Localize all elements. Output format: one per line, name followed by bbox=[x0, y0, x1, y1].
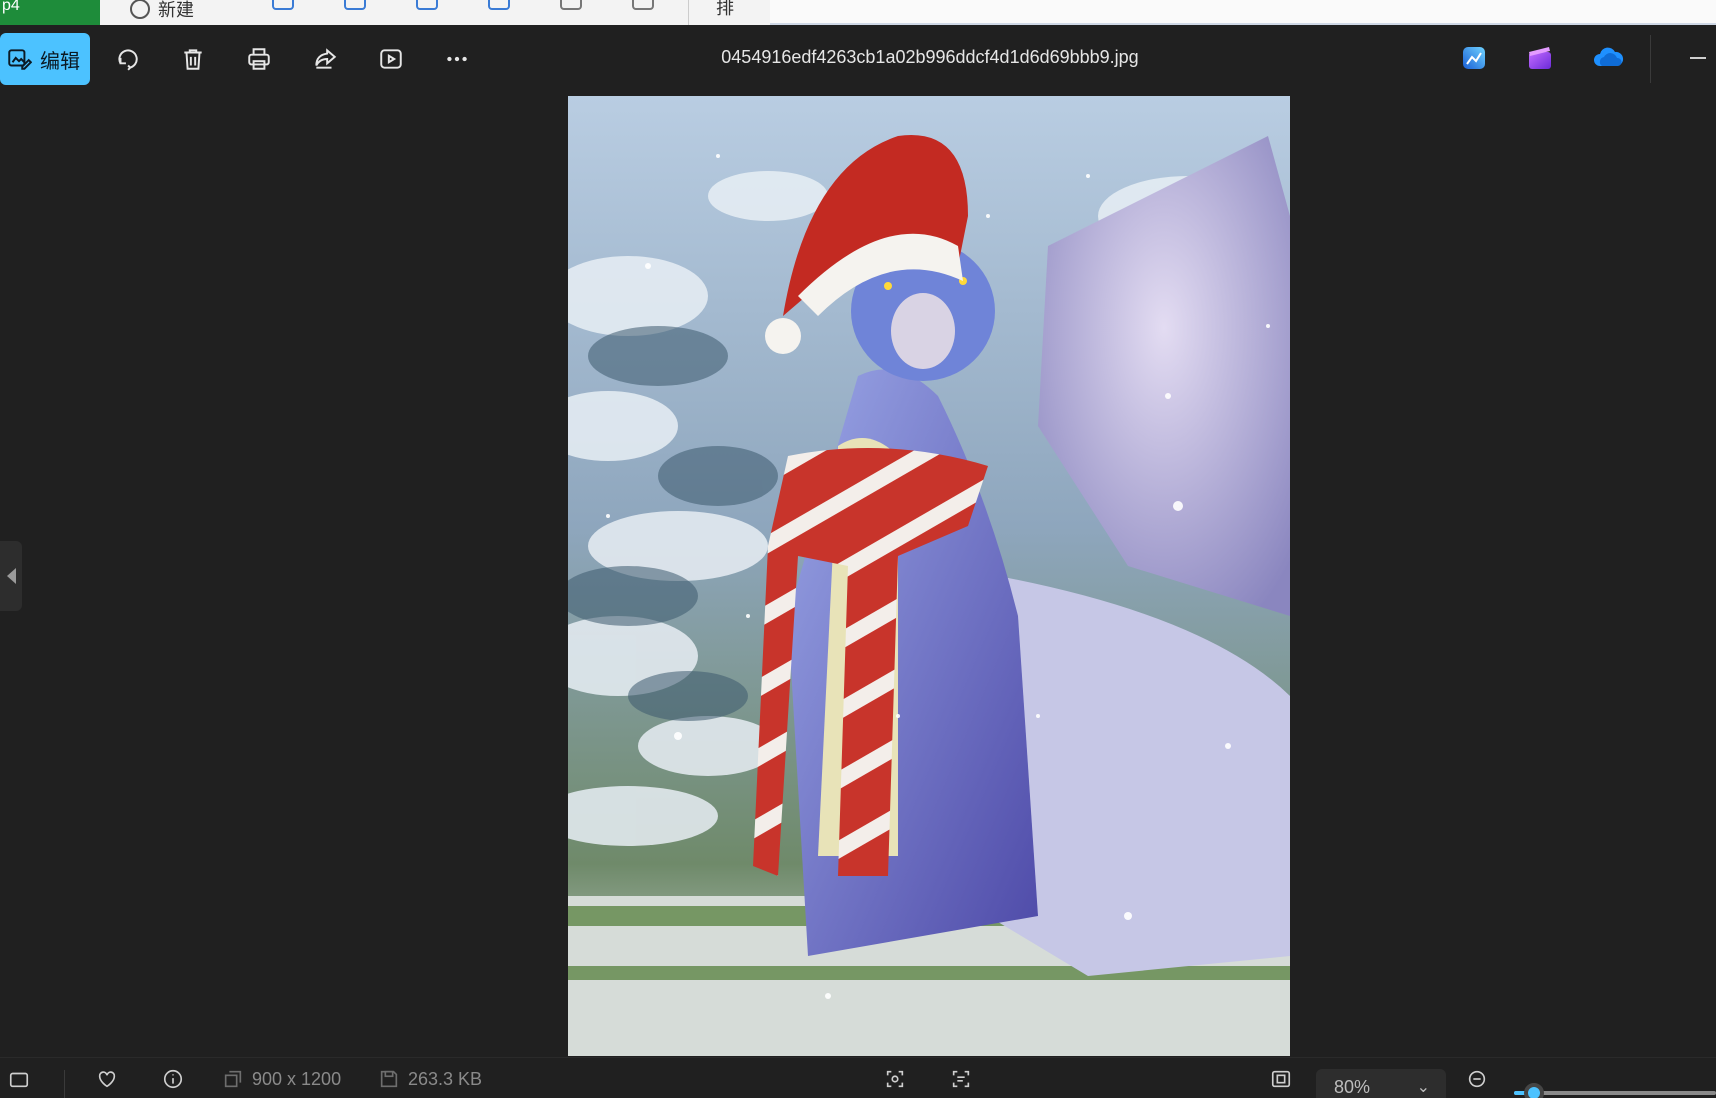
print-button[interactable] bbox=[242, 42, 276, 76]
visual-search-button[interactable] bbox=[884, 1068, 906, 1090]
print-icon bbox=[248, 48, 270, 70]
trash-icon bbox=[184, 49, 202, 70]
favorite-button[interactable] bbox=[96, 1068, 118, 1090]
image-canvas bbox=[0, 95, 1716, 1057]
rename-icon bbox=[488, 0, 510, 10]
dimensions-text: 900 x 1200 bbox=[252, 1068, 342, 1089]
background-app-tile: p4 bbox=[0, 0, 100, 25]
new-plus-icon bbox=[130, 0, 150, 19]
background-ribbon-icons bbox=[272, 0, 654, 10]
more-options-button[interactable] bbox=[440, 42, 474, 76]
file-size: 263.3 KB bbox=[378, 1068, 482, 1090]
visual-search-icon bbox=[886, 1070, 904, 1088]
zoom-out-icon bbox=[1468, 1070, 1486, 1088]
save-disk-icon bbox=[380, 1070, 398, 1088]
photos-toolbar: 编辑 0454916edf4263cb1a02b996ddcf4d1d6d69b… bbox=[0, 25, 1716, 95]
dimensions-icon bbox=[224, 1070, 242, 1088]
background-divider bbox=[688, 0, 689, 25]
heart-icon bbox=[98, 1071, 116, 1088]
slideshow-button[interactable] bbox=[374, 42, 408, 76]
filmstrip-icon bbox=[9, 1072, 29, 1088]
background-content-area bbox=[770, 0, 1716, 25]
toolbar-divider bbox=[1650, 35, 1651, 83]
rotate-button[interactable] bbox=[110, 42, 144, 76]
fit-window-icon bbox=[1271, 1070, 1291, 1088]
more-icon bbox=[447, 56, 467, 62]
file-size-text: 263.3 KB bbox=[408, 1068, 483, 1089]
share-folder-icon bbox=[560, 0, 582, 10]
dragon-photo bbox=[568, 96, 1290, 1056]
rotate-icon bbox=[118, 49, 138, 71]
info-icon bbox=[163, 1069, 183, 1089]
zoom-out-button[interactable] bbox=[1466, 1068, 1488, 1090]
edit-button[interactable]: 编辑 bbox=[0, 33, 90, 85]
status-bar: 900 x 1200 263.3 KB 80% ⌄ bbox=[0, 1057, 1716, 1098]
status-divider bbox=[64, 1070, 65, 1098]
background-new-label: 新建 bbox=[158, 0, 194, 20]
zoom-slider[interactable] bbox=[1514, 1083, 1716, 1098]
clipchamp-app-icon[interactable] bbox=[1526, 44, 1554, 72]
slideshow-icon bbox=[380, 49, 402, 69]
zoom-level-dropdown[interactable]: 80% ⌄ bbox=[1316, 1069, 1446, 1098]
text-scan-icon bbox=[952, 1070, 970, 1088]
share-icon bbox=[315, 48, 337, 69]
zoom-slider-thumb[interactable] bbox=[1524, 1083, 1545, 1098]
delete-folder-icon bbox=[632, 0, 654, 10]
chevron-left-icon bbox=[7, 568, 16, 584]
zoom-level-text: 80% bbox=[1334, 1077, 1371, 1097]
delete-button[interactable] bbox=[176, 42, 210, 76]
fit-to-window-button[interactable] bbox=[1270, 1068, 1292, 1090]
background-sort-label: 排 bbox=[716, 0, 734, 18]
edit-image-icon bbox=[8, 49, 32, 70]
edit-label: 编辑 bbox=[40, 50, 80, 73]
designer-app-icon[interactable] bbox=[1460, 44, 1488, 72]
onedrive-cloud-icon[interactable] bbox=[1592, 44, 1624, 72]
file-info-button[interactable] bbox=[162, 1068, 184, 1090]
share-button[interactable] bbox=[308, 42, 342, 76]
minimize-button[interactable] bbox=[1690, 57, 1706, 59]
cut-icon bbox=[272, 0, 294, 10]
file-name-title: 0454916edf4263cb1a02b996ddcf4d1d6d69bbb9… bbox=[721, 47, 1139, 67]
image-dimensions: 900 x 1200 bbox=[222, 1068, 341, 1090]
copy-icon bbox=[344, 0, 366, 10]
paste-icon bbox=[416, 0, 438, 10]
filmstrip-toggle[interactable] bbox=[8, 1068, 30, 1090]
text-extract-button[interactable] bbox=[950, 1068, 972, 1090]
previous-image-button[interactable] bbox=[0, 541, 22, 611]
background-new-tab: 新建 bbox=[130, 0, 194, 22]
chevron-down-icon: ⌄ bbox=[1416, 1079, 1430, 1096]
background-window-strip: p4 新建 排 bbox=[0, 0, 1716, 25]
